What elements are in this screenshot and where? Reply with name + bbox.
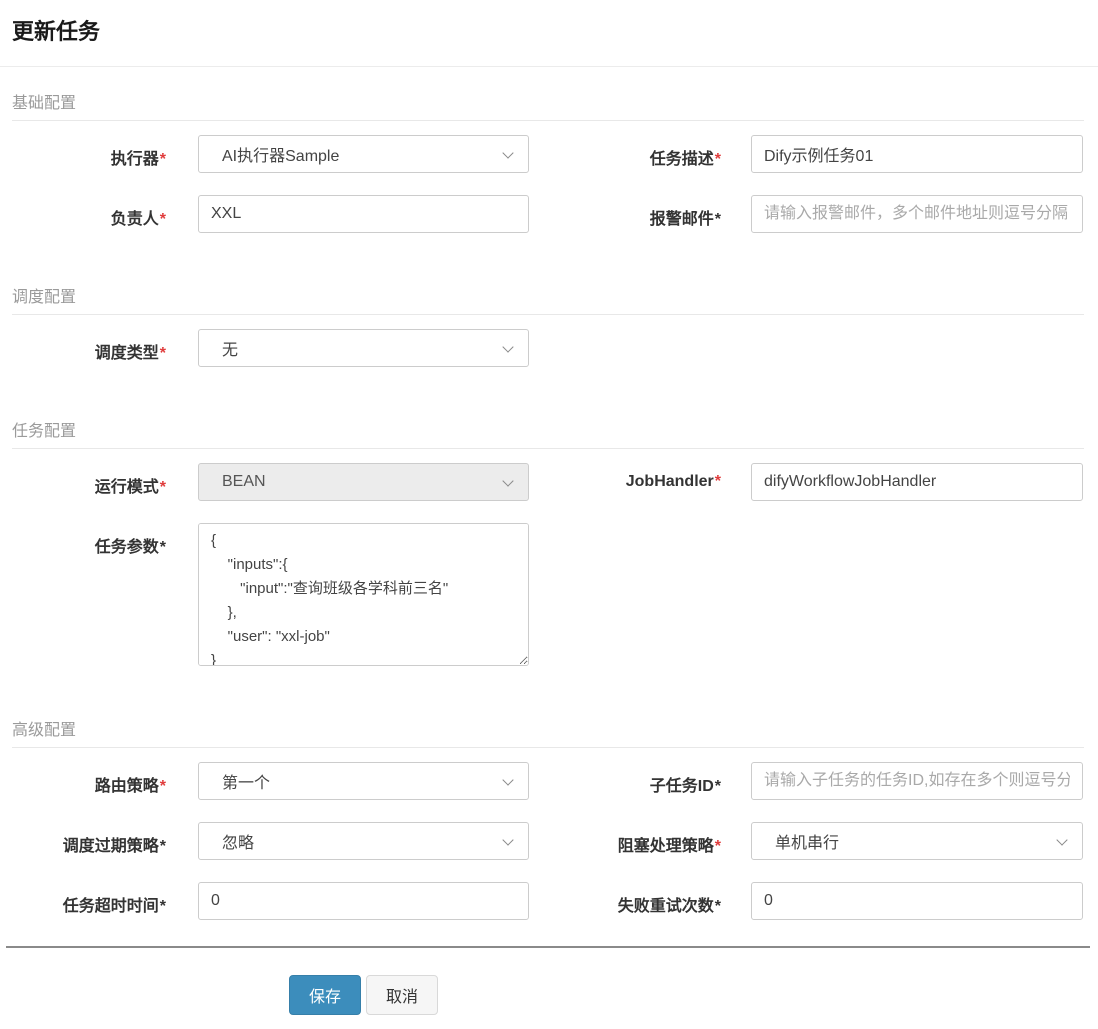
asterisk: * <box>159 838 166 855</box>
required-asterisk: * <box>159 479 166 496</box>
asterisk: * <box>159 539 166 556</box>
section-title-schedule: 调度配置 <box>12 283 1084 315</box>
fail-retry-label: 失败重试次数* <box>617 898 721 915</box>
executor-select[interactable]: AI执行器Sample <box>198 135 529 173</box>
chevron-down-icon <box>1056 834 1068 846</box>
save-button[interactable]: 保存 <box>289 975 362 1015</box>
section-advanced: 高级配置 路由策略* 第一个 子任务ID* 调度过期策略* 忽略 <box>12 716 1084 920</box>
chevron-down-icon <box>502 341 514 353</box>
footer-divider <box>6 946 1090 948</box>
misfire-strategy-label: 调度过期策略* <box>62 838 166 855</box>
required-asterisk: * <box>714 151 721 168</box>
alarm-email-label: 报警邮件* <box>649 211 721 228</box>
jobhandler-label: JobHandler* <box>625 473 721 490</box>
executor-label: 执行器* <box>110 151 166 168</box>
required-asterisk: * <box>159 778 166 795</box>
chevron-down-icon <box>502 147 514 159</box>
section-title-task: 任务配置 <box>12 417 1084 449</box>
glue-type-select-value: BEAN <box>222 473 266 490</box>
route-strategy-select[interactable]: 第一个 <box>198 762 529 800</box>
chevron-down-icon <box>502 475 514 487</box>
executor-select-value: AI执行器Sample <box>222 148 340 165</box>
chevron-down-icon <box>502 774 514 786</box>
schedule-type-select[interactable]: 无 <box>198 329 529 367</box>
owner-input[interactable] <box>198 195 529 233</box>
fail-retry-input[interactable] <box>751 882 1083 920</box>
schedule-type-label: 调度类型* <box>94 345 166 362</box>
jobhandler-input[interactable] <box>751 463 1083 501</box>
job-param-label: 任务参数* <box>94 539 166 556</box>
cancel-button[interactable]: 取消 <box>366 975 439 1015</box>
route-strategy-select-value: 第一个 <box>222 775 271 792</box>
chevron-down-icon <box>502 834 514 846</box>
route-strategy-label: 路由策略* <box>94 778 166 795</box>
asterisk: * <box>714 898 721 915</box>
block-strategy-label: 阻塞处理策略* <box>617 838 721 855</box>
job-param-textarea[interactable]: { "inputs":{ "input":"查询班级各学科前三名" }, "us… <box>198 523 529 666</box>
timeout-label: 任务超时时间* <box>62 898 166 915</box>
asterisk: * <box>714 778 721 795</box>
section-basic: 基础配置 执行器* AI执行器Sample 任务描述* 负责人* 报警邮件* <box>12 89 1084 233</box>
button-row: 保存 取消 <box>289 975 1084 1015</box>
section-title-advanced: 高级配置 <box>12 716 1084 748</box>
schedule-type-select-value: 无 <box>222 342 239 359</box>
block-strategy-select-value: 单机串行 <box>775 835 840 852</box>
child-jobid-label: 子任务ID* <box>649 778 721 795</box>
form-content: 基础配置 执行器* AI执行器Sample 任务描述* 负责人* 报警邮件* <box>0 89 1098 1029</box>
misfire-strategy-select[interactable]: 忽略 <box>198 822 529 860</box>
timeout-input[interactable] <box>198 882 529 920</box>
required-asterisk: * <box>159 345 166 362</box>
glue-type-label: 运行模式* <box>94 479 166 496</box>
required-asterisk: * <box>159 211 166 228</box>
child-jobid-input[interactable] <box>751 762 1083 800</box>
job-desc-input[interactable] <box>751 135 1083 173</box>
glue-type-select: BEAN <box>198 463 529 501</box>
alarm-email-input[interactable] <box>751 195 1083 233</box>
job-desc-label: 任务描述* <box>649 151 721 168</box>
required-asterisk: * <box>159 151 166 168</box>
section-schedule: 调度配置 调度类型* 无 <box>12 283 1084 367</box>
required-asterisk: * <box>714 473 721 490</box>
section-title-basic: 基础配置 <box>12 89 1084 121</box>
section-task: 任务配置 运行模式* BEAN JobHandler* 任务参数* { "inp… <box>12 417 1084 666</box>
asterisk: * <box>159 898 166 915</box>
block-strategy-select[interactable]: 单机串行 <box>751 822 1083 860</box>
page-title: 更新任务 <box>12 19 101 44</box>
owner-label: 负责人* <box>110 211 166 228</box>
page-header: 更新任务 <box>0 0 1098 67</box>
misfire-strategy-select-value: 忽略 <box>222 835 255 852</box>
asterisk: * <box>714 211 721 228</box>
required-asterisk: * <box>714 838 721 855</box>
